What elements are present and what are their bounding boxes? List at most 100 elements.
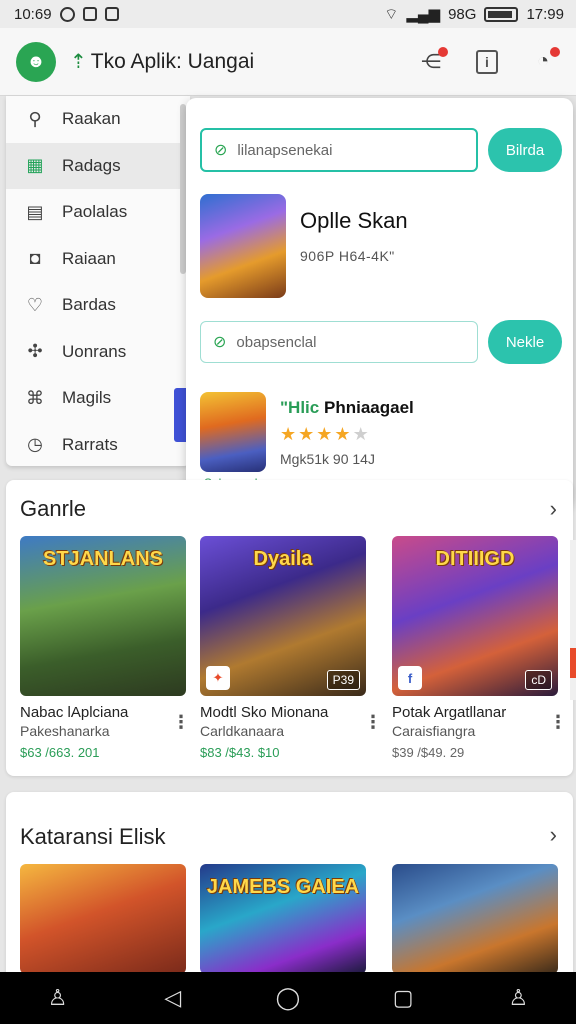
- back-button[interactable]: ◁: [153, 978, 193, 1018]
- rating-badge: P39: [326, 670, 360, 690]
- app-card-price: $63 /663. 201: [20, 745, 100, 760]
- person-icon: ♙: [47, 985, 68, 1010]
- heart-icon: ♡: [26, 294, 44, 315]
- recents-icon: ▢: [392, 985, 414, 1010]
- search-icon: ⊘: [214, 142, 228, 159]
- menu-item-label: Radags: [62, 155, 121, 175]
- side-menu: ⚲ Raakan ▦ Radags ▤ Paolalas ◘ Raiaan ♡ Bardas ✣ Uo…: [6, 96, 190, 466]
- section-genre: Ganrle › STJANLANS Nabac lAplciana Pakes…: [6, 480, 573, 776]
- app-card-price: $39 /$49. 29: [392, 745, 465, 760]
- app-logo-icon[interactable]: ☻: [16, 41, 56, 82]
- status-bar: 10:69 ⌔ ▂▄▆ 98G 17:99: [0, 0, 576, 28]
- next-button[interactable]: Nekle: [488, 320, 562, 364]
- search-input-secondary[interactable]: ⊘ obapsenclal: [200, 321, 478, 363]
- app-bar: ☻ ⇡ Tko Aplik: Uangai ⋲ i ◔: [0, 28, 576, 96]
- clock-left: 10:69: [14, 5, 52, 23]
- app-card-developer: Pakeshanarka: [20, 723, 110, 739]
- chevron-right-icon[interactable]: ›: [550, 496, 557, 522]
- menu-item[interactable]: ⚲ Raakan: [6, 96, 190, 143]
- app-card-image: DITIIIGD f cD: [392, 536, 558, 696]
- side-tab-handle[interactable]: [174, 388, 186, 442]
- grid-icon: ▦: [26, 155, 44, 176]
- home-button[interactable]: ◯: [268, 978, 308, 1018]
- info-icon: i: [476, 49, 498, 74]
- map-icon: ⌘: [26, 387, 44, 408]
- help-icon: ◔: [536, 50, 550, 72]
- card-banner: JAMEBS GAIEA: [206, 876, 360, 898]
- app-card[interactable]: [20, 864, 186, 974]
- more-options-icon[interactable]: ⋮: [549, 712, 567, 733]
- bag-icon: ◘: [29, 248, 41, 269]
- star-filled-icon: ★: [316, 424, 335, 444]
- clock-right: 17:99: [526, 5, 564, 23]
- notification-icon: [59, 6, 75, 22]
- card-banner: STJANLANS: [42, 548, 163, 570]
- menu-item[interactable]: ▦ Radags: [6, 142, 190, 189]
- star-filled-icon: ★: [280, 424, 299, 444]
- menu-item-label: Raiaan: [62, 248, 116, 268]
- app-card-name: Potak Argatllanar: [392, 704, 507, 721]
- wifi-icon: ⌔: [384, 5, 399, 23]
- notification-dot: [438, 46, 448, 57]
- info-button[interactable]: i: [470, 45, 504, 79]
- search-icon: ⊘: [213, 334, 227, 351]
- menu-item-label: Rarrats: [62, 434, 118, 454]
- app-card-name: Nabac lAplciana: [20, 704, 129, 721]
- app-title-text: Tko Aplik: Uangai: [90, 49, 255, 73]
- menu-item[interactable]: ✣ Uonrans: [6, 329, 190, 376]
- battery-icon: [484, 6, 519, 22]
- menu-item[interactable]: ▤ Paolalas: [6, 189, 190, 236]
- profile-button[interactable]: ♙: [498, 978, 538, 1018]
- result-item[interactable]: Oplle Skan 906P H64-4K": [200, 194, 408, 298]
- chevron-right-icon[interactable]: ›: [550, 822, 557, 848]
- system-nav-bar: ♙ ◁ ◯ ▢ ♙: [0, 972, 576, 1024]
- menu-item-label: Paolalas: [62, 202, 128, 222]
- rating-stars: ★★★★★: [280, 424, 414, 445]
- search-popup: ⊘ lilanapsenekai Bilrda Oplle Skan 906P …: [186, 98, 573, 506]
- app-card[interactable]: [392, 864, 558, 974]
- app-card[interactable]: STJANLANS Nabac lAplciana Pakeshanarka $…: [20, 536, 186, 760]
- app-badge-icon: ✦: [206, 666, 230, 690]
- menu-item[interactable]: ◘ Raiaan: [6, 236, 190, 283]
- app-card-image: JAMEBS GAIEA: [200, 864, 366, 974]
- search-button[interactable]: Bilrda: [488, 128, 562, 172]
- result-subtitle: 906P H64-4K": [300, 248, 395, 264]
- star-empty-icon: ★: [352, 424, 371, 444]
- home-icon: ◯: [275, 985, 301, 1010]
- app-title: ⇡ Tko Aplik: Uangai: [70, 49, 254, 74]
- chat-icon: ◷: [27, 434, 43, 455]
- app-card[interactable]: DITIIIGD f cD Potak Argatllanar Caraisfi…: [364, 536, 558, 760]
- menu-item-label: Magils: [62, 388, 112, 408]
- more-options-icon[interactable]: ⋮: [172, 712, 190, 733]
- signal-icon: ▂▄▆: [406, 6, 441, 23]
- card-banner: DITIIIGD: [435, 548, 515, 570]
- up-arrow-icon: ⇡: [70, 51, 87, 73]
- help-button[interactable]: ◔: [526, 45, 560, 79]
- accessibility-button[interactable]: ♙: [38, 978, 78, 1018]
- result-title: Oplle Skan: [300, 208, 408, 233]
- menu-item[interactable]: ⌘ Magils: [6, 375, 190, 422]
- app-card-image: STJANLANS: [20, 536, 186, 696]
- app-card[interactable]: JAMEBS GAIEA: [200, 864, 366, 974]
- result-title: "Hlic Phniaagael: [280, 398, 414, 418]
- more-options-icon[interactable]: ⋮: [364, 712, 382, 733]
- menu-item-label: Raakan: [62, 109, 121, 129]
- share-button[interactable]: ⋲: [414, 45, 448, 79]
- menu-item-label: Bardas: [62, 295, 116, 315]
- result-item[interactable]: "Hlic Phniaagael ★★★★★ Mgk51k 90 14J: [200, 392, 414, 472]
- card-banner: Dyaila: [253, 548, 313, 570]
- menu-item[interactable]: ◷ Rarrats: [6, 422, 190, 467]
- app-notification-icon: [82, 7, 97, 21]
- recents-button[interactable]: ▢: [383, 978, 423, 1018]
- app-card-image: [392, 864, 558, 974]
- result-title-text: Phniaagael: [323, 398, 414, 417]
- app-card[interactable]: Dyaila ✦ P39 Modtl Sko Mionana Carldkana…: [172, 536, 366, 760]
- section-title: Kataransi Elisk: [20, 824, 166, 849]
- search-placeholder: obapsenclal: [236, 333, 317, 351]
- app-card-image: Dyaila ✦ P39: [200, 536, 366, 696]
- menu-item[interactable]: ♡ Bardas: [6, 282, 190, 329]
- result-prefix: "Hlic: [280, 398, 320, 417]
- app-card-price: $83 /$43. $10: [200, 745, 280, 760]
- search-input[interactable]: ⊘ lilanapsenekai: [200, 128, 478, 172]
- next-card-peek: [570, 540, 576, 700]
